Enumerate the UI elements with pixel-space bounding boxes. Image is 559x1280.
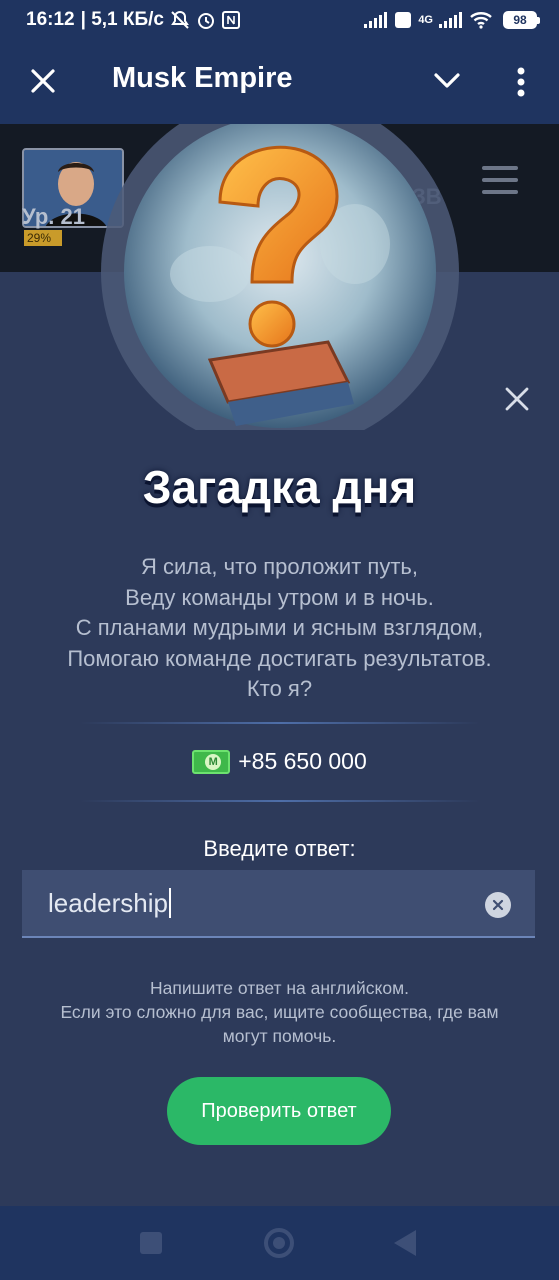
divider — [80, 800, 480, 802]
riddle-line: Веду команды утром и в ночь. — [125, 584, 434, 610]
menu-icon[interactable] — [482, 166, 518, 196]
status-time: 16:12 — [26, 9, 75, 30]
bell-off-icon — [170, 10, 190, 30]
close-icon[interactable] — [26, 64, 60, 98]
app-title: Musk Empire — [112, 62, 293, 94]
alarm-icon — [196, 10, 216, 30]
level-text: Ур. 21 — [22, 204, 85, 229]
riddle-line: Помогаю команде достигать результатов. — [67, 645, 492, 671]
money-icon — [192, 749, 231, 774]
nfc-icon — [222, 11, 240, 29]
recents-icon[interactable] — [140, 1232, 162, 1254]
hint-line: Если это сложно для вас, ищите сообществ… — [60, 1002, 499, 1022]
divider — [80, 722, 480, 724]
riddle-line: Я сила, что проложит путь, — [141, 554, 418, 579]
hint-line: Напишите ответ на английском. — [150, 978, 409, 998]
answer-field[interactable]: leadership — [22, 870, 535, 938]
modal-close-icon[interactable] — [500, 382, 534, 416]
signal-icon — [364, 12, 388, 28]
answer-label: Введите ответ: — [203, 836, 356, 861]
level-progress: 29% — [24, 230, 62, 246]
reward-amount: +85 650 000 — [238, 748, 367, 774]
network-type: 4G — [418, 14, 433, 26]
question-mark-illustration — [101, 124, 459, 430]
clear-icon[interactable] — [485, 892, 511, 918]
hint-text: Напишите ответ на английском. Если это с… — [0, 976, 559, 1048]
status-network-speed: | 5,1 КБ/с — [80, 9, 164, 30]
answer-input[interactable]: leadership — [48, 888, 168, 919]
reward: +85 650 000 — [0, 748, 559, 775]
battery-icon: 98 — [503, 11, 540, 29]
modal-heading: Загадка дня — [142, 461, 417, 513]
more-vert-icon[interactable] — [506, 62, 536, 102]
riddle-text: Я сила, что проложит путь, Веду команды … — [0, 552, 559, 705]
chevron-down-icon[interactable] — [430, 64, 464, 98]
volte-icon — [394, 11, 412, 29]
status-bar: 16:12 | 5,1 КБ/с 4G 98 — [0, 0, 559, 40]
riddle-line: С планами мудрыми и ясным взглядом, — [75, 615, 484, 640]
system-nav-bar — [0, 1206, 559, 1280]
app-bar: Musk Empire — [0, 40, 559, 124]
wifi-icon — [469, 11, 493, 29]
back-icon[interactable] — [394, 1230, 416, 1256]
check-answer-button[interactable]: Проверить ответ — [167, 1077, 391, 1145]
hint-line: могут помочь. — [222, 1026, 337, 1046]
signal-icon-2 — [439, 12, 463, 28]
text-cursor — [168, 888, 171, 918]
home-icon[interactable] — [264, 1228, 294, 1258]
riddle-line: Кто я? — [246, 676, 313, 701]
